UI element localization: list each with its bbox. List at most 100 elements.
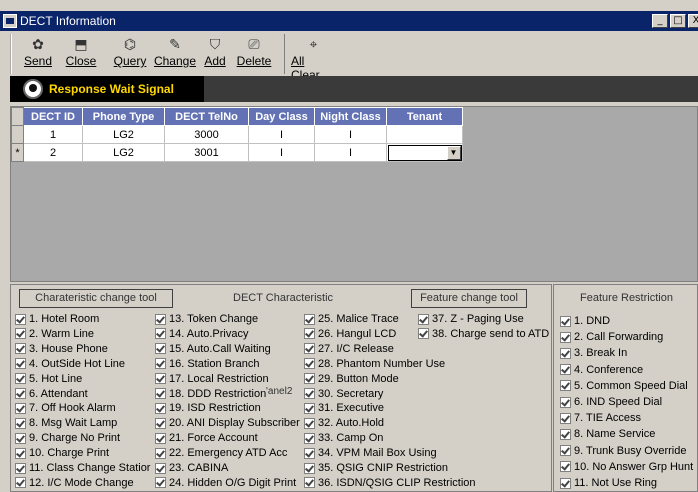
checkbox-checked-icon[interactable]: [155, 477, 166, 489]
checkbox-item[interactable]: 36. ISDN/QSIG CLIP Restriction: [304, 477, 476, 489]
delete-button[interactable]: ⎚ Delete: [233, 34, 275, 74]
checkbox-item[interactable]: 8. Name Service: [560, 428, 655, 440]
checkbox-item[interactable]: 4. OutSide Hot Line: [15, 358, 125, 370]
table-row[interactable]: 1 LG2 3000 I I: [11, 125, 463, 144]
cell-phone-type[interactable]: LG2: [82, 143, 165, 162]
cell-tenant[interactable]: [386, 125, 463, 144]
checkbox-checked-icon[interactable]: [304, 462, 315, 474]
checkbox-item[interactable]: 4. Conference: [560, 364, 643, 376]
cell-day-class[interactable]: I: [248, 125, 315, 144]
checkbox-item[interactable]: 26. Hangul LCD: [304, 328, 396, 340]
checkbox-item[interactable]: 25. Malice Trace: [304, 313, 399, 325]
checkbox-checked-icon[interactable]: [15, 417, 26, 429]
checkbox-item[interactable]: 21. Force Account: [155, 432, 258, 444]
checkbox-checked-icon[interactable]: [155, 328, 166, 340]
checkbox-item[interactable]: 17. Local Restriction: [155, 373, 269, 385]
checkbox-item[interactable]: 29. Button Mode: [304, 373, 399, 385]
checkbox-item[interactable]: 1. DND: [560, 315, 610, 327]
checkbox-checked-icon[interactable]: [304, 447, 315, 459]
checkbox-checked-icon[interactable]: [15, 477, 26, 489]
checkbox-checked-icon[interactable]: [155, 343, 166, 355]
checkbox-item[interactable]: 16. Station Branch: [155, 358, 260, 370]
checkbox-checked-icon[interactable]: [560, 412, 571, 424]
checkbox-checked-icon[interactable]: [418, 328, 429, 340]
cell-night-class[interactable]: I: [314, 125, 387, 144]
checkbox-item[interactable]: 3. Break In: [560, 347, 627, 359]
cell-dect-id[interactable]: 2: [23, 143, 83, 162]
add-button[interactable]: ⛉ Add: [200, 34, 230, 74]
checkbox-item[interactable]: 8. Msg Wait Lamp: [15, 417, 117, 429]
checkbox-checked-icon[interactable]: [155, 432, 166, 444]
checkbox-item[interactable]: 30. Secretary: [304, 388, 383, 400]
checkbox-checked-icon[interactable]: [15, 343, 26, 355]
change-button[interactable]: ✎ Change: [153, 34, 197, 74]
checkbox-checked-icon[interactable]: [15, 432, 26, 444]
checkbox-checked-icon[interactable]: [304, 388, 315, 399]
close-button[interactable]: ⬒ Close: [61, 34, 101, 74]
checkbox-item[interactable]: 23. CABINA: [155, 462, 228, 474]
checkbox-checked-icon[interactable]: [418, 313, 429, 325]
checkbox-item[interactable]: 10. No Answer Grp Hunt: [560, 461, 693, 473]
checkbox-checked-icon[interactable]: [560, 347, 571, 359]
checkbox-item[interactable]: 3. House Phone: [15, 343, 108, 355]
cell-dect-id[interactable]: 1: [23, 125, 83, 144]
checkbox-checked-icon[interactable]: [304, 432, 315, 444]
send-button[interactable]: ✿ Send: [18, 34, 58, 74]
feature-change-tool-button[interactable]: Feature change tool: [411, 289, 527, 308]
cell-night-class[interactable]: I: [314, 143, 387, 162]
checkbox-checked-icon[interactable]: [15, 462, 26, 474]
characteristic-change-tool-button[interactable]: Charateristic change tool: [19, 289, 173, 308]
all-clear-button[interactable]: ⌖ All Clear: [284, 34, 336, 82]
checkbox-checked-icon[interactable]: [304, 417, 315, 429]
checkbox-checked-icon[interactable]: [560, 315, 571, 327]
maximize-button[interactable]: □: [670, 14, 686, 28]
checkbox-checked-icon[interactable]: [155, 447, 166, 459]
checkbox-checked-icon[interactable]: [304, 358, 315, 370]
checkbox-item[interactable]: 2. Call Forwarding: [560, 331, 663, 343]
checkbox-checked-icon[interactable]: [15, 402, 26, 414]
checkbox-checked-icon[interactable]: [560, 461, 571, 473]
checkbox-checked-icon[interactable]: [155, 417, 166, 429]
checkbox-item[interactable]: 6. IND Speed Dial: [560, 396, 662, 408]
checkbox-item[interactable]: 15. Auto.Call Waiting: [155, 343, 271, 355]
column-header[interactable]: Day Class: [248, 107, 315, 126]
checkbox-checked-icon[interactable]: [155, 313, 166, 325]
checkbox-checked-icon[interactable]: [560, 428, 571, 440]
checkbox-item[interactable]: 37. Z - Paging Use: [418, 313, 524, 325]
checkbox-item[interactable]: 5. Common Speed Dial: [560, 380, 688, 392]
close-window-button[interactable]: X: [688, 14, 698, 28]
tenant-dropdown[interactable]: ▼: [387, 144, 462, 161]
checkbox-item[interactable]: 6. Attendant: [15, 388, 88, 400]
checkbox-checked-icon[interactable]: [560, 380, 571, 392]
checkbox-checked-icon[interactable]: [560, 396, 571, 408]
checkbox-item[interactable]: 11. Not Use Ring: [560, 477, 657, 489]
checkbox-item[interactable]: 19. ISD Restriction: [155, 402, 261, 414]
checkbox-item[interactable]: 32. Auto.Hold: [304, 417, 384, 429]
query-button[interactable]: ⌬ Query: [110, 34, 150, 74]
checkbox-item[interactable]: 28. Phantom Number Use: [304, 358, 445, 370]
checkbox-checked-icon[interactable]: [560, 477, 571, 489]
column-header[interactable]: DECT TelNo: [164, 107, 249, 126]
checkbox-item[interactable]: 14. Auto.Privacy: [155, 328, 249, 340]
column-header[interactable]: DECT ID: [23, 107, 83, 126]
checkbox-item[interactable]: 20. ANI Display Subscriber: [155, 417, 300, 429]
checkbox-checked-icon[interactable]: [15, 328, 26, 340]
row-marker[interactable]: *: [11, 143, 24, 162]
checkbox-checked-icon[interactable]: [560, 331, 571, 343]
checkbox-checked-icon[interactable]: [155, 373, 166, 385]
checkbox-item[interactable]: 9. Trunk Busy Override: [560, 445, 687, 457]
checkbox-item[interactable]: 18. DDD Restriction: [155, 388, 266, 400]
checkbox-checked-icon[interactable]: [155, 388, 166, 399]
checkbox-checked-icon[interactable]: [155, 358, 166, 370]
cell-day-class[interactable]: I: [248, 143, 315, 162]
checkbox-checked-icon[interactable]: [15, 373, 26, 385]
checkbox-item[interactable]: 22. Emergency ATD Acc: [155, 447, 287, 459]
checkbox-item[interactable]: 9. Charge No Print: [15, 432, 120, 444]
cell-dect-telno[interactable]: 3000: [164, 125, 249, 144]
column-header[interactable]: Night Class: [314, 107, 387, 126]
checkbox-item[interactable]: 34. VPM Mail Box Using: [304, 447, 437, 459]
checkbox-checked-icon[interactable]: [15, 388, 26, 399]
checkbox-item[interactable]: 24. Hidden O/G Digit Print: [155, 477, 296, 489]
checkbox-item[interactable]: 1. Hotel Room: [15, 313, 99, 325]
checkbox-checked-icon[interactable]: [304, 313, 315, 325]
